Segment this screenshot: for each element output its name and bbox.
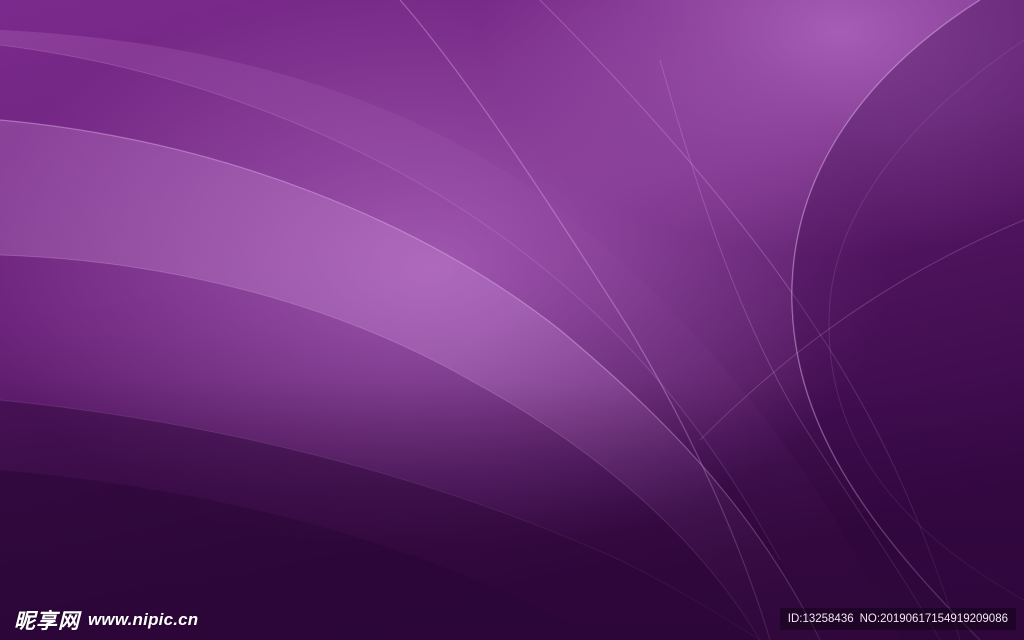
watermark-brand: 昵享网 [14,609,80,633]
watermark-site: www.nipic.cn [88,610,199,629]
image-id-watermark: ID:13258436 NO:20190617154919209086 [779,608,1016,630]
watermark-no: NO:20190617154919209086 [859,613,1008,625]
purple-wave-background: 昵享网 www.nipic.cn ID:13258436 NO:20190617… [0,0,1024,640]
nipic-watermark-logo: 昵享网 www.nipic.cn [14,607,198,633]
wave-artwork [0,0,1024,640]
watermark-id: ID:13258436 [787,613,854,625]
